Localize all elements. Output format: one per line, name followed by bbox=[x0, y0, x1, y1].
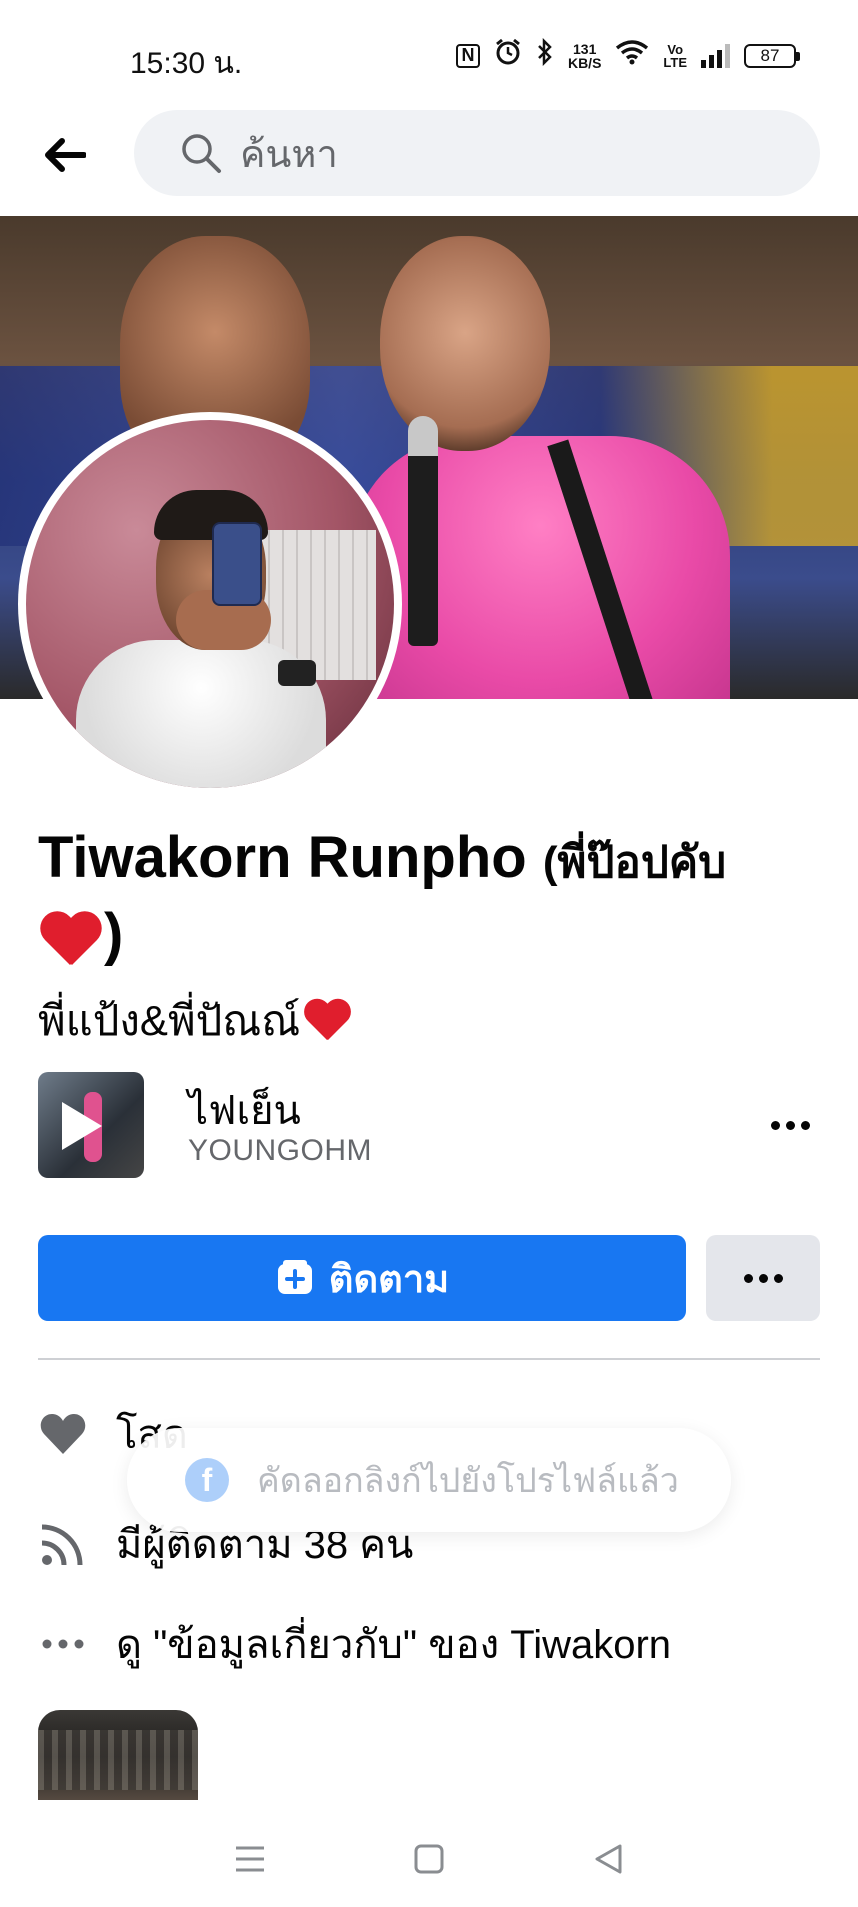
recent-apps-button[interactable] bbox=[220, 1829, 280, 1889]
profile-more-button[interactable] bbox=[706, 1235, 820, 1321]
back-button[interactable] bbox=[40, 130, 90, 180]
profile-bio-text: พี่แป้ง&พี่ปัณณ์ bbox=[38, 997, 301, 1044]
music-artist: YOUNGOHM bbox=[188, 1134, 372, 1167]
music-thumbnail[interactable] bbox=[38, 1072, 144, 1178]
more-dot-icon bbox=[743, 1273, 753, 1283]
profile-music[interactable]: ไฟเย็น YOUNGOHM bbox=[38, 1072, 820, 1178]
follow-icon bbox=[277, 1260, 312, 1294]
avatar-photo bbox=[26, 420, 394, 788]
nfc-icon: N bbox=[455, 43, 480, 68]
copy-link-toast: f คัดลอกลิงก์ไปยังโปรไฟล์แล้ว bbox=[127, 1428, 731, 1532]
music-more-button[interactable] bbox=[760, 1102, 820, 1148]
more-dot-icon bbox=[785, 1120, 795, 1130]
avatar-watch bbox=[278, 660, 316, 686]
follow-button[interactable]: ติดตาม bbox=[38, 1235, 686, 1321]
profile-nickname-open: (พี่ป๊อปคับ bbox=[542, 838, 727, 887]
system-back-button[interactable] bbox=[578, 1829, 638, 1889]
more-horizontal-icon bbox=[38, 1619, 88, 1669]
volte-indicator: Vo LTE bbox=[663, 43, 687, 69]
status-time: 15:30 น. bbox=[130, 47, 243, 80]
play-icon bbox=[62, 1102, 102, 1150]
avatar-phone bbox=[212, 522, 262, 606]
system-nav-bar bbox=[0, 1810, 858, 1907]
red-heart-icon bbox=[38, 909, 102, 969]
profile-avatar[interactable] bbox=[18, 412, 402, 796]
profile-name: Tiwakorn Runpho (พี่ป๊อปคับ ) bbox=[38, 822, 758, 971]
alarm-icon bbox=[494, 38, 522, 73]
battery-level: 87 bbox=[760, 45, 780, 65]
about-link-text: ดู "ข้อมูลเกี่ยวกับ" ของ Tiwakorn bbox=[116, 1623, 672, 1667]
signal-icon bbox=[701, 43, 730, 68]
home-square-icon bbox=[414, 1844, 444, 1873]
cover-main-person-head bbox=[380, 236, 550, 451]
search-icon bbox=[182, 134, 221, 173]
profile-bio: พี่แป้ง&พี่ปัณณ์ bbox=[38, 988, 352, 1054]
photo-thumbnail[interactable] bbox=[38, 1710, 198, 1804]
red-heart-icon bbox=[302, 998, 352, 1044]
toast-message: คัดลอกลิงก์ไปยังโปรไฟล์แล้ว bbox=[257, 1462, 679, 1500]
speed-unit: KB/S bbox=[567, 54, 602, 71]
cover-main-person-body bbox=[350, 436, 730, 699]
more-dot-icon bbox=[800, 1120, 810, 1130]
network-speed: 131 KB/S bbox=[568, 42, 601, 70]
section-divider bbox=[38, 1358, 820, 1360]
more-dot-icon bbox=[758, 1273, 768, 1283]
follow-button-label: ติดตาม bbox=[328, 1258, 450, 1301]
profile-name-block: Tiwakorn Runpho (พี่ป๊อปคับ ) bbox=[38, 822, 758, 971]
battery-icon: 87 bbox=[744, 43, 800, 68]
volte-bottom: LTE bbox=[663, 54, 687, 70]
bluetooth-icon bbox=[536, 37, 554, 73]
profile-nickname-close: ) bbox=[104, 902, 124, 967]
search-input[interactable]: ค้นหา bbox=[134, 110, 820, 196]
music-title: ไฟเย็น bbox=[188, 1089, 301, 1133]
heart-icon bbox=[38, 1409, 88, 1459]
home-button[interactable] bbox=[399, 1829, 459, 1889]
detail-about[interactable]: ดู "ข้อมูลเกี่ยวกับ" ของ Tiwakorn bbox=[38, 1614, 820, 1674]
facebook-icon: f bbox=[185, 1458, 229, 1502]
profile-name-text: Tiwakorn Runpho bbox=[38, 825, 527, 890]
back-triangle-icon bbox=[595, 1844, 622, 1873]
wifi-icon bbox=[615, 39, 649, 72]
search-placeholder: ค้นหา bbox=[240, 133, 338, 176]
rss-feed-icon bbox=[38, 1519, 88, 1569]
more-dot-icon bbox=[773, 1273, 783, 1283]
status-icons: N 131 KB/S Vo LTE 87 bbox=[455, 37, 800, 73]
back-arrow-icon bbox=[45, 138, 86, 172]
more-dot-icon bbox=[770, 1120, 780, 1130]
cover-microphone bbox=[408, 416, 438, 646]
status-bar: 15:30 น. N 131 KB/S Vo LTE 87 bbox=[0, 0, 858, 110]
menu-icon bbox=[235, 1846, 264, 1871]
